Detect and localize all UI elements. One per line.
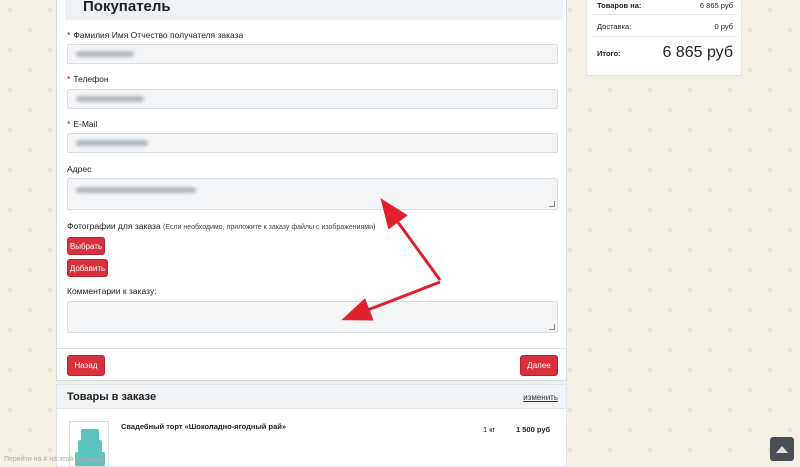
- arrow-to-comment: [341, 280, 441, 321]
- arrow-to-address: [380, 198, 442, 281]
- annotation-arrows: [341, 198, 442, 321]
- scroll-to-top-button[interactable]: [770, 437, 794, 461]
- status-bar: Перейти на # на этой странице: [4, 456, 106, 463]
- caret-up-icon: [776, 446, 788, 453]
